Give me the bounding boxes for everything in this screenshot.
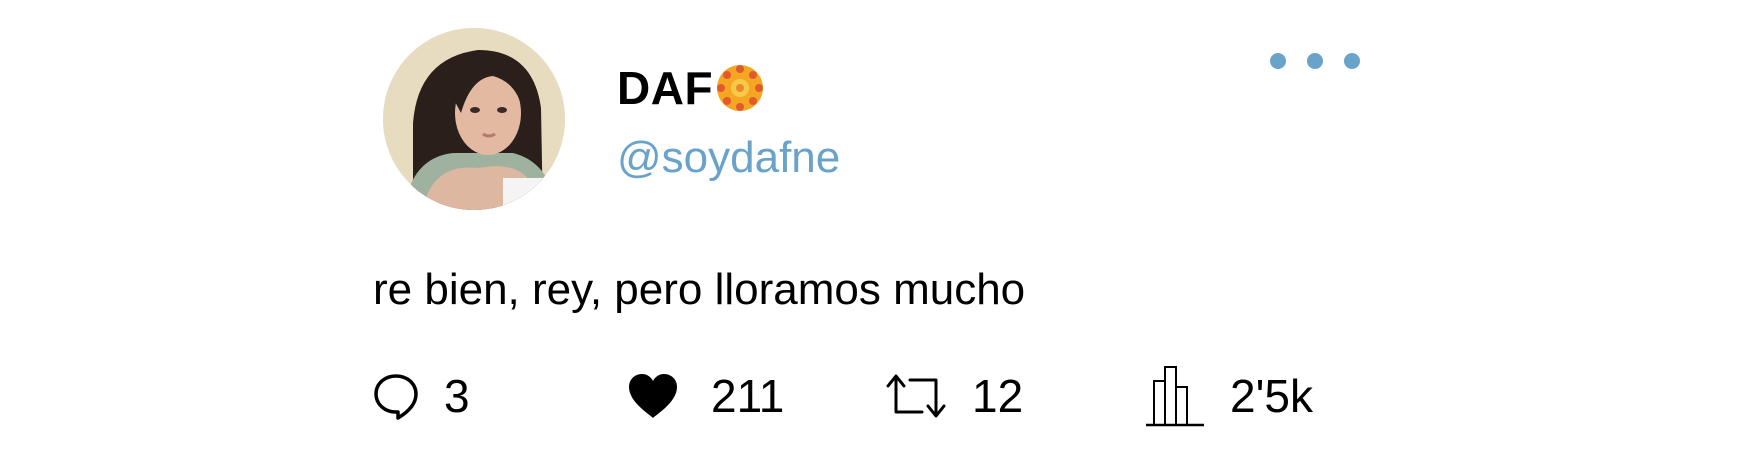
- display-name[interactable]: DAF: [617, 58, 713, 118]
- speech-bubble-icon: [372, 372, 420, 420]
- heart-icon: [627, 372, 679, 420]
- bar-chart-icon: [1146, 365, 1206, 427]
- tweet-text: re bien, rey, pero lloramos mucho: [373, 265, 1026, 314]
- avatar[interactable]: [383, 28, 565, 210]
- like-button[interactable]: 211: [627, 365, 784, 427]
- like-count: 211: [711, 370, 785, 422]
- views-count: 2'5k: [1230, 370, 1313, 422]
- avatar-photo: [383, 28, 565, 210]
- views-button[interactable]: 2'5k: [1146, 365, 1313, 427]
- retweet-count: 12: [972, 370, 1024, 422]
- reply-count: 3: [444, 370, 470, 422]
- tweet-actions: 3 211 12 2'5k: [0, 365, 1748, 427]
- more-dots-icon: [1307, 53, 1323, 69]
- retweet-button[interactable]: 12: [884, 365, 1023, 427]
- author-handle[interactable]: @soydafne: [617, 130, 840, 186]
- flower-emoji-icon: [715, 63, 765, 113]
- more-dots-icon: [1344, 53, 1360, 69]
- more-options-button[interactable]: [1270, 46, 1360, 76]
- author-name-row: DAF: [617, 58, 765, 118]
- retweet-arrows-icon: [884, 372, 948, 420]
- more-dots-icon: [1270, 53, 1286, 69]
- reply-button[interactable]: 3: [372, 365, 470, 427]
